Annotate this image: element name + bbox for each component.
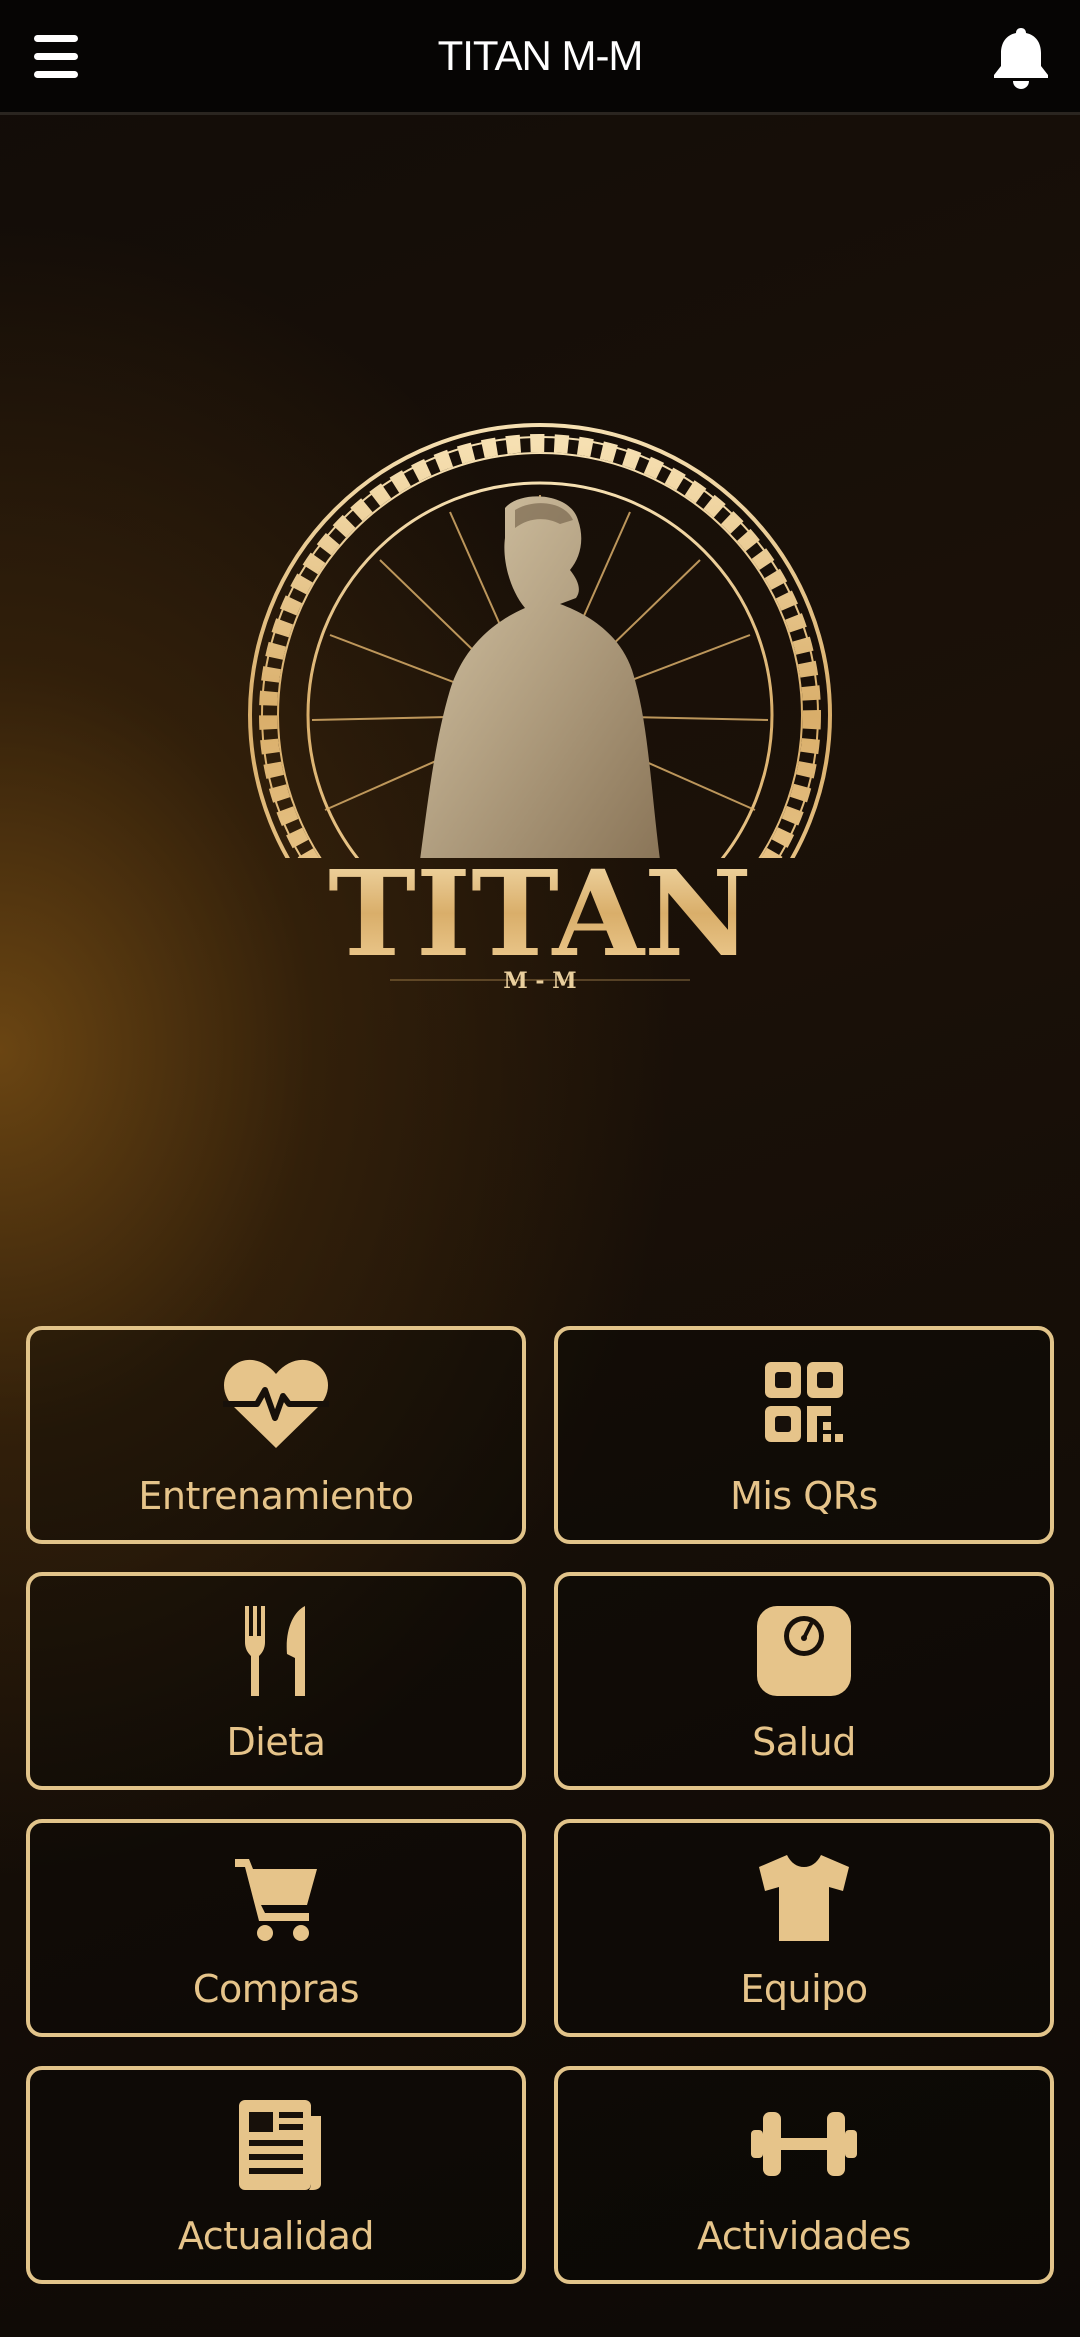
tile-label: Actualidad (177, 2214, 375, 2258)
notifications-button[interactable] (990, 24, 1052, 90)
tile-compras[interactable]: Compras (26, 1819, 526, 2037)
tile-label: Actividades (697, 2214, 911, 2258)
tile-mis-qrs[interactable]: Mis QRs (554, 1326, 1054, 1544)
tile-dieta[interactable]: Dieta (26, 1572, 526, 1790)
logo-wordmark: TITAN (328, 844, 752, 983)
tile-actualidad[interactable]: Actualidad (26, 2066, 526, 2284)
tile-actividades[interactable]: Actividades (554, 2066, 1054, 2284)
tile-entrenamiento[interactable]: Entrenamiento (26, 1326, 526, 1544)
utensils-icon (245, 1606, 305, 1696)
logo-subtitle: M - M (503, 968, 576, 994)
app-title: TITAN M-M (437, 32, 644, 79)
tile-salud[interactable]: Salud (554, 1572, 1054, 1790)
tile-label: Entrenamiento (138, 1474, 414, 1518)
scale-icon (757, 1606, 851, 1696)
cart-icon (235, 1859, 317, 1941)
titan-logo: TITAN M - M (240, 420, 840, 1020)
tile-label: Compras (192, 1967, 360, 2011)
tile-label: Equipo (740, 1967, 868, 2011)
dumbbell-icon (751, 2112, 857, 2176)
bell-icon (994, 28, 1048, 89)
tile-label: Mis QRs (730, 1474, 878, 1518)
qr-code-icon (765, 1362, 843, 1442)
tile-label: Salud (752, 1720, 856, 1764)
tshirt-icon (759, 1855, 849, 1941)
app-header: TITAN M-M (0, 0, 1080, 115)
tile-equipo[interactable]: Equipo (554, 1819, 1054, 2037)
tile-label: Dieta (226, 1720, 326, 1764)
heartbeat-icon (223, 1359, 329, 1448)
newspaper-icon (239, 2100, 321, 2190)
